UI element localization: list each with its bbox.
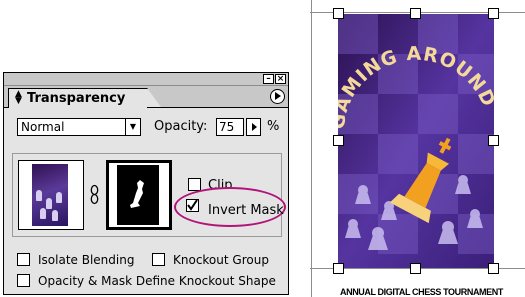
selection-handle-top-center[interactable] [410,8,421,19]
knockout-group-label: Knockout Group [173,253,269,267]
palette-menu-icon[interactable] [270,89,285,104]
minimize-button[interactable]: – [263,74,274,84]
opacity-mask-knockout-checkbox[interactable] [17,274,30,287]
opacity-slider-arrow-icon[interactable] [246,118,261,136]
invert-mask-checkbox[interactable] [186,199,199,212]
selection-handle-top-right[interactable] [488,8,499,19]
opacity-mask-knockout-label: Opacity & Mask Define Knockout Shape [38,274,276,288]
tab-tail [147,88,161,107]
selection-handle-top-left[interactable] [333,8,344,19]
opacity-label: Opacity: [154,119,208,134]
opacity-mask-thumbnail[interactable] [106,160,172,230]
isolate-blending-checkbox[interactable] [17,253,30,266]
blend-mode-select[interactable]: Normal ▼ [17,118,141,136]
poster-artwork[interactable]: GAMING AROUND [338,14,494,268]
percent-sign: % [267,119,280,134]
chevron-down-icon[interactable]: ▼ [125,119,140,135]
opacity-input[interactable]: 75 [216,118,244,136]
poster-caption: ANNUAL DIGITAL CHESS TOURNAMENT [340,287,503,297]
artwork-thumbnail[interactable] [18,160,84,230]
blend-mode-value: Normal [21,120,65,134]
close-button[interactable]: × [275,74,286,84]
selection-handle-middle-left[interactable] [333,135,344,146]
isolate-blending-label: Isolate Blending [38,253,135,267]
chess-piece-mask-shape [130,180,144,208]
palette-titlebar[interactable]: – × [4,73,288,86]
tab-collapse-icon[interactable]: ▲ ▼ [15,90,23,106]
knockout-group-checkbox[interactable] [152,253,165,266]
checkmark-icon [187,199,198,211]
transparency-tab[interactable]: ▲ ▼ Transparency [8,88,148,108]
chain-link-icon[interactable] [90,184,99,206]
palette-tab-row: ▲ ▼ Transparency [4,86,288,108]
selection-handle-bottom-right[interactable] [488,263,499,274]
artwork-thumbnail-image [32,164,68,226]
transparency-palette: – × ▲ ▼ Transparency Normal ▼ Opacity: 75… [3,72,289,295]
poster-image: GAMING AROUND [338,14,494,268]
selection-handle-middle-right[interactable] [488,135,499,146]
invert-mask-label: Invert Mask [208,203,284,218]
tab-title: Transparency [27,91,126,106]
selection-handle-bottom-left[interactable] [333,263,344,274]
clip-checkbox[interactable] [188,178,201,191]
selection-handle-bottom-center[interactable] [410,263,421,274]
mask-thumbnail-image [117,165,159,225]
